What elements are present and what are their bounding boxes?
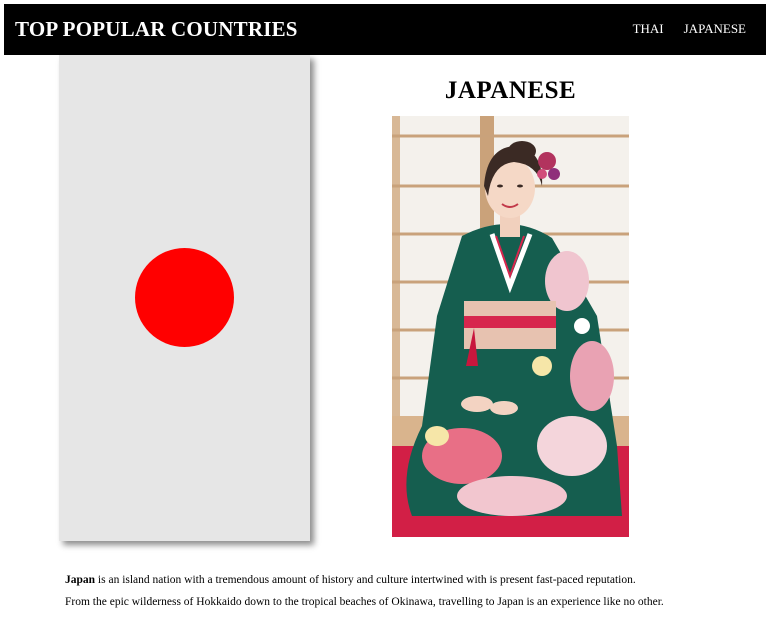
site-title[interactable]: TOP POPULAR COUNTRIES [15,17,298,42]
kimono-woman-photo [392,116,629,537]
nav-links: THAI JAPANESE [633,21,746,37]
top-navbar: TOP POPULAR COUNTRIES THAI JAPANESE [4,4,766,55]
description-paragraph-1-text: is an island nation with a tremendous am… [95,574,636,586]
description-paragraph-2: From the epic wilderness of Hokkaido dow… [65,596,664,608]
country-description: Japan is an island nation with a tremend… [65,574,755,618]
country-title: JAPANESE [444,77,577,104]
flag-red-circle [135,248,234,347]
nav-link-japanese[interactable]: JAPANESE [684,21,746,37]
japan-flag-card [59,55,310,541]
description-paragraph-1: Japan is an island nation with a tremend… [65,574,755,587]
description-country-name: Japan [65,574,96,586]
nav-link-thai[interactable]: THAI [633,21,664,37]
